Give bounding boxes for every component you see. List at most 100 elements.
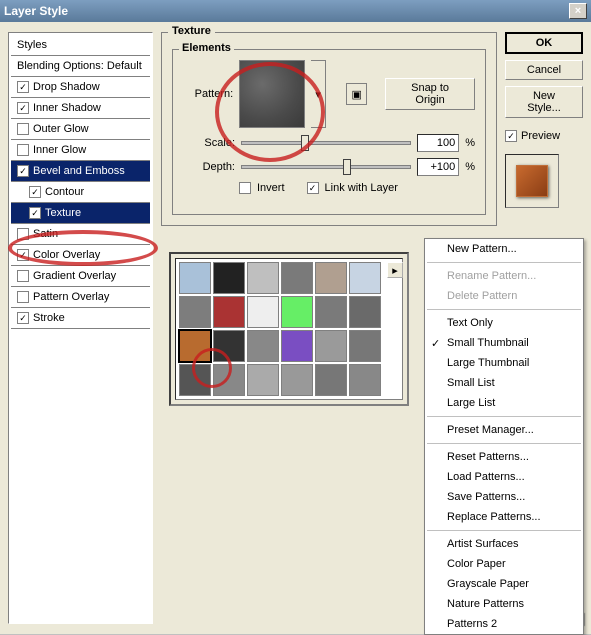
pattern-swatch-cell[interactable] bbox=[349, 296, 381, 328]
depth-slider[interactable] bbox=[241, 165, 411, 169]
menu-item-reset-patterns[interactable]: Reset Patterns... bbox=[425, 447, 583, 467]
style-item-drop-shadow[interactable]: Drop Shadow bbox=[11, 77, 150, 98]
invert-checkbox[interactable] bbox=[239, 182, 251, 194]
new-pattern-icon-button[interactable]: ▣ bbox=[346, 83, 367, 105]
menu-item-large-thumbnail[interactable]: Large Thumbnail bbox=[425, 353, 583, 373]
style-label: Stroke bbox=[33, 312, 65, 324]
pattern-menu-button[interactable]: ▸ bbox=[387, 262, 403, 278]
style-checkbox[interactable] bbox=[17, 81, 29, 93]
ok-button[interactable]: OK bbox=[505, 32, 583, 54]
menu-item-text-only[interactable]: Text Only bbox=[425, 313, 583, 333]
snap-to-origin-button[interactable]: Snap to Origin bbox=[385, 78, 475, 110]
pattern-picker-panel: ▸ bbox=[169, 252, 409, 406]
menu-item-nature-patterns[interactable]: Nature Patterns bbox=[425, 594, 583, 614]
menu-item-grayscale-paper[interactable]: Grayscale Paper bbox=[425, 574, 583, 594]
pattern-swatch-cell[interactable] bbox=[315, 364, 347, 396]
menu-item-small-thumbnail[interactable]: ✓Small Thumbnail bbox=[425, 333, 583, 353]
menu-item-label: Reset Patterns... bbox=[447, 451, 529, 463]
pattern-swatch-cell[interactable] bbox=[281, 364, 313, 396]
pattern-swatch-cell[interactable] bbox=[315, 296, 347, 328]
style-item-pattern-overlay[interactable]: Pattern Overlay bbox=[11, 287, 150, 308]
pattern-swatch-cell[interactable] bbox=[315, 262, 347, 294]
pattern-swatch-cell[interactable] bbox=[247, 262, 279, 294]
depth-input[interactable] bbox=[417, 158, 459, 176]
menu-separator bbox=[427, 530, 581, 531]
style-item-satin[interactable]: Satin bbox=[11, 224, 150, 245]
styles-header[interactable]: Styles bbox=[11, 35, 150, 56]
style-checkbox[interactable] bbox=[17, 123, 29, 135]
menu-item-rename-pattern: Rename Pattern... bbox=[425, 266, 583, 286]
style-item-inner-shadow[interactable]: Inner Shadow bbox=[11, 98, 150, 119]
pattern-swatch-cell[interactable] bbox=[349, 364, 381, 396]
pattern-swatch-cell[interactable] bbox=[213, 364, 245, 396]
style-label: Texture bbox=[45, 207, 81, 219]
pattern-swatch-cell[interactable] bbox=[247, 296, 279, 328]
menu-item-load-patterns[interactable]: Load Patterns... bbox=[425, 467, 583, 487]
style-item-inner-glow[interactable]: Inner Glow bbox=[11, 140, 150, 161]
menu-item-patterns-2[interactable]: Patterns 2 bbox=[425, 614, 583, 634]
pattern-swatch-cell[interactable] bbox=[213, 262, 245, 294]
link-with-layer-checkbox[interactable] bbox=[307, 182, 319, 194]
style-checkbox[interactable] bbox=[17, 312, 29, 324]
menu-item-color-paper[interactable]: Color Paper bbox=[425, 554, 583, 574]
pattern-swatch-cell[interactable] bbox=[179, 364, 211, 396]
style-checkbox[interactable] bbox=[17, 270, 29, 282]
menu-item-label: New Pattern... bbox=[447, 243, 517, 255]
menu-item-label: Artist Surfaces bbox=[447, 538, 519, 550]
style-checkbox[interactable] bbox=[17, 291, 29, 303]
menu-item-label: Text Only bbox=[447, 317, 493, 329]
pattern-swatch-cell[interactable] bbox=[213, 330, 245, 362]
style-item-contour[interactable]: Contour bbox=[11, 182, 150, 203]
menu-item-label: Rename Pattern... bbox=[447, 270, 536, 282]
style-item-color-overlay[interactable]: Color Overlay bbox=[11, 245, 150, 266]
style-item-stroke[interactable]: Stroke bbox=[11, 308, 150, 329]
pattern-swatch-cell[interactable] bbox=[179, 262, 211, 294]
style-checkbox[interactable] bbox=[17, 228, 29, 240]
menu-separator bbox=[427, 309, 581, 310]
style-checkbox[interactable] bbox=[17, 102, 29, 114]
style-item-gradient-overlay[interactable]: Gradient Overlay bbox=[11, 266, 150, 287]
pattern-swatch-cell[interactable] bbox=[179, 330, 211, 362]
style-checkbox[interactable] bbox=[29, 186, 41, 198]
pattern-swatch-cell[interactable] bbox=[213, 296, 245, 328]
style-item-texture[interactable]: Texture bbox=[11, 203, 150, 224]
menu-item-save-patterns[interactable]: Save Patterns... bbox=[425, 487, 583, 507]
style-checkbox[interactable] bbox=[17, 144, 29, 156]
style-checkbox[interactable] bbox=[17, 165, 29, 177]
menu-item-large-list[interactable]: Large List bbox=[425, 393, 583, 413]
pattern-swatch-cell[interactable] bbox=[349, 262, 381, 294]
scale-slider[interactable] bbox=[241, 141, 411, 145]
pattern-swatch-cell[interactable] bbox=[281, 296, 313, 328]
pattern-swatch-cell[interactable] bbox=[247, 364, 279, 396]
pattern-dropdown[interactable]: ▾ bbox=[311, 60, 326, 128]
cancel-button[interactable]: Cancel bbox=[505, 60, 583, 80]
depth-pct: % bbox=[465, 161, 475, 173]
style-label: Bevel and Emboss bbox=[33, 165, 125, 177]
style-label: Gradient Overlay bbox=[33, 270, 116, 282]
chevron-down-icon: ▾ bbox=[315, 88, 321, 101]
menu-item-artist-surfaces[interactable]: Artist Surfaces bbox=[425, 534, 583, 554]
menu-item-small-list[interactable]: Small List bbox=[425, 373, 583, 393]
pattern-swatch-cell[interactable] bbox=[281, 262, 313, 294]
pattern-swatch-cell[interactable] bbox=[179, 296, 211, 328]
new-style-button[interactable]: New Style... bbox=[505, 86, 583, 118]
menu-item-new-pattern[interactable]: New Pattern... bbox=[425, 239, 583, 259]
style-checkbox[interactable] bbox=[17, 249, 29, 261]
blending-options[interactable]: Blending Options: Default bbox=[11, 56, 150, 77]
menu-item-preset-manager[interactable]: Preset Manager... bbox=[425, 420, 583, 440]
menu-item-label: Color Paper bbox=[447, 558, 506, 570]
pattern-swatch-cell[interactable] bbox=[281, 330, 313, 362]
pattern-grid bbox=[175, 258, 403, 400]
style-item-outer-glow[interactable]: Outer Glow bbox=[11, 119, 150, 140]
preview-swatch bbox=[505, 154, 559, 208]
style-checkbox[interactable] bbox=[29, 207, 41, 219]
pattern-swatch[interactable] bbox=[239, 60, 305, 128]
scale-input[interactable] bbox=[417, 134, 459, 152]
close-button[interactable]: × bbox=[569, 3, 587, 19]
pattern-swatch-cell[interactable] bbox=[247, 330, 279, 362]
preview-checkbox[interactable] bbox=[505, 130, 517, 142]
style-item-bevel-and-emboss[interactable]: Bevel and Emboss bbox=[11, 161, 150, 182]
pattern-swatch-cell[interactable] bbox=[315, 330, 347, 362]
menu-item-replace-patterns[interactable]: Replace Patterns... bbox=[425, 507, 583, 527]
pattern-swatch-cell[interactable] bbox=[349, 330, 381, 362]
